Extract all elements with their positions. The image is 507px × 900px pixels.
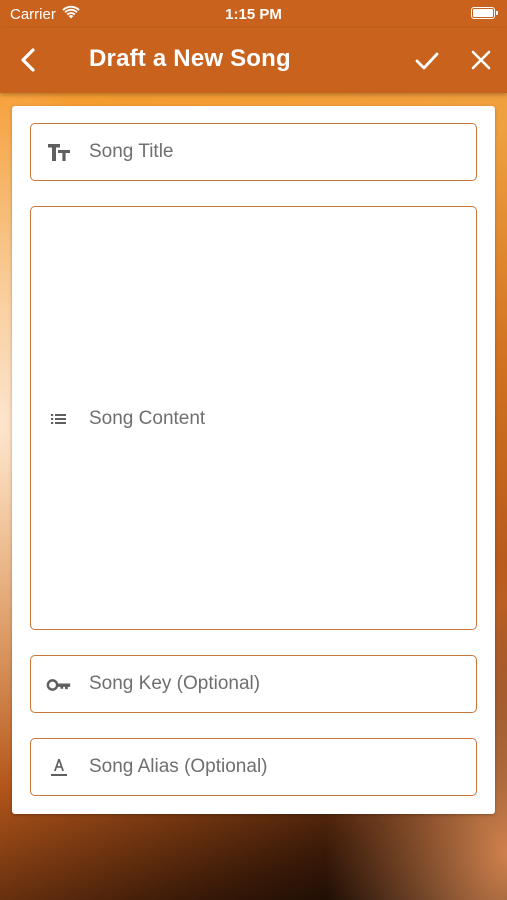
status-bar: Carrier 1:15 PM (0, 0, 507, 28)
song-title-placeholder: Song Title (89, 141, 174, 162)
song-form-card: Song Title Song Content Song Key (Option… (12, 106, 495, 814)
key-icon (46, 679, 71, 691)
close-icon[interactable] (467, 46, 495, 74)
song-alias-placeholder: Song Alias (Optional) (89, 756, 268, 777)
battery-icon (471, 7, 498, 19)
song-key-placeholder: Song Key (Optional) (89, 673, 261, 694)
back-chevron-icon[interactable] (14, 44, 44, 76)
text-format-icon (51, 759, 67, 776)
page-title: Draft a New Song (89, 45, 291, 72)
song-alias-input[interactable]: Song Alias (Optional) (30, 738, 477, 796)
navigation-bar: Draft a New Song (0, 28, 507, 93)
song-content-placeholder: Song Content (89, 408, 206, 429)
clock: 1:15 PM (225, 6, 282, 23)
text-size-icon (48, 144, 70, 161)
list-icon (51, 414, 66, 424)
song-key-input[interactable]: Song Key (Optional) (30, 655, 477, 713)
checkmark-icon[interactable] (412, 46, 442, 76)
song-content-textarea[interactable]: Song Content (30, 206, 477, 630)
song-title-input[interactable]: Song Title (30, 123, 477, 181)
